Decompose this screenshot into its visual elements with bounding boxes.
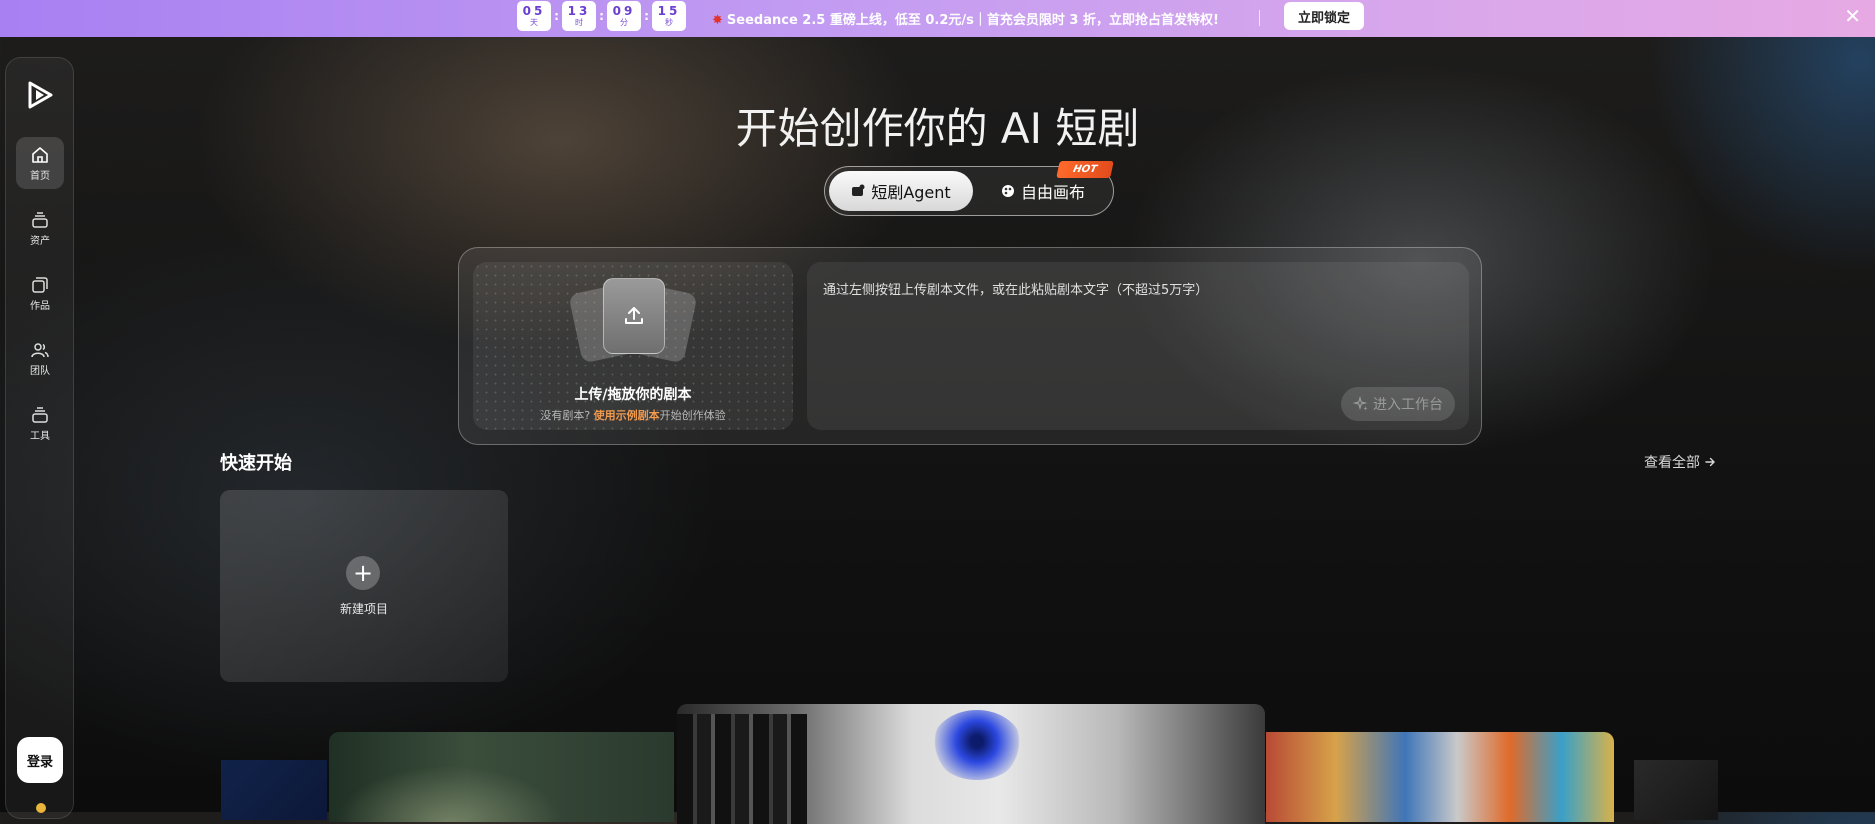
sidebar-item-label: 作品 — [30, 300, 50, 312]
promo-text: Seedance 2.5 重磅上线，低至 0.2元/s｜首充会员限时 3 折，立… — [726, 13, 1219, 28]
view-all-label: 查看全部 — [1644, 455, 1700, 471]
works-icon — [32, 276, 48, 293]
sidebar-item-label: 首页 — [30, 170, 50, 182]
quick-start-title: 快速开始 — [220, 453, 292, 474]
tab-label: 自由画布 — [1020, 183, 1085, 202]
countdown-hours-unit: 时 — [575, 17, 583, 27]
sidebar-item-label: 资产 — [30, 235, 50, 247]
enter-workspace-button[interactable]: 进入工作台 — [1341, 387, 1455, 421]
close-icon[interactable]: ✕ — [1844, 6, 1861, 26]
thumbnail-skyline — [677, 714, 807, 824]
team-icon — [31, 342, 49, 357]
gallery-thumbnail[interactable] — [1266, 732, 1614, 822]
countdown-timer: 05 天 : 13 时 : 09 分 : 15 秒 — [517, 1, 686, 31]
sidebar-item-team[interactable]: 团队 — [16, 332, 64, 384]
upload-dropzone[interactable]: 上传/拖放你的剧本 没有剧本? 使用示例剧本开始创作体验 — [473, 262, 793, 430]
new-project-card[interactable]: + 新建项目 — [220, 490, 508, 682]
sidebar-item-label: 工具 — [30, 430, 50, 442]
new-project-label: 新建项目 — [339, 602, 388, 616]
countdown-days-unit: 天 — [530, 17, 538, 27]
upload-sub-suffix: 开始创作体验 — [659, 409, 726, 422]
gallery-thumbnail[interactable] — [1634, 760, 1718, 820]
upload-sub-prefix: 没有剧本? — [540, 409, 591, 422]
countdown-days: 05 天 — [517, 1, 551, 31]
countdown-minutes-value: 09 — [612, 3, 636, 18]
canvas-icon — [1001, 185, 1014, 197]
upload-subtitle: 没有剧本? 使用示例剧本开始创作体验 — [473, 407, 793, 423]
explosion-icon: ✸ — [712, 13, 723, 28]
hot-badge: HOT — [1056, 161, 1114, 178]
enter-workspace-label: 进入工作台 — [1373, 397, 1443, 413]
plus-icon: + — [346, 556, 380, 590]
sidebar-item-tools[interactable]: 工具 — [16, 397, 64, 449]
sparkle-icon — [1353, 396, 1368, 411]
sidebar-item-label: 团队 — [30, 365, 50, 377]
upload-icon-card — [603, 278, 665, 354]
upload-icon — [625, 307, 643, 324]
agent-icon — [852, 184, 865, 196]
countdown-seconds-value: 15 — [657, 3, 681, 18]
sidebar-item-works[interactable]: 作品 — [16, 267, 64, 319]
countdown-separator: : — [554, 9, 559, 23]
gallery-thumbnail[interactable] — [677, 704, 1265, 824]
sidebar-item-assets[interactable]: 资产 — [16, 202, 64, 254]
assets-icon — [32, 211, 48, 228]
gallery-thumbnail[interactable] — [221, 760, 327, 820]
lock-offer-button[interactable]: 立即锁定 — [1284, 2, 1364, 30]
script-input-panel: 上传/拖放你的剧本 没有剧本? 使用示例剧本开始创作体验 进入工作台 — [458, 247, 1482, 445]
view-all-link[interactable]: 查看全部 — [1644, 452, 1716, 472]
tab-label: 短剧Agent — [871, 183, 951, 202]
gallery-thumbnail[interactable] — [329, 732, 674, 822]
promo-text-container: ✸ Seedance 2.5 重磅上线，低至 0.2元/s｜首充会员限时 3 折，… — [712, 9, 1219, 28]
countdown-hours: 13 时 — [562, 1, 596, 31]
countdown-minutes-unit: 分 — [620, 17, 628, 27]
upload-title: 上传/拖放你的剧本 — [574, 387, 692, 403]
use-sample-script-link[interactable]: 使用示例剧本 — [594, 409, 660, 422]
thumbnail-eye-art — [932, 710, 1022, 780]
banner-divider — [1259, 10, 1260, 26]
countdown-seconds: 15 秒 — [652, 1, 686, 31]
sidebar: 首页 资产 作品 团队 工具 登录 — [5, 57, 74, 819]
script-text-area: 进入工作台 — [807, 262, 1469, 430]
tools-icon — [32, 406, 48, 423]
arrow-right-icon — [1705, 457, 1715, 467]
countdown-seconds-unit: 秒 — [665, 17, 673, 27]
page-title: 开始创作你的 AI 短剧 — [735, 104, 1140, 153]
promo-banner: 05 天 : 13 时 : 09 分 : 15 秒 ✸ Seedance 2.5 … — [0, 0, 1875, 37]
countdown-minutes: 09 分 — [607, 1, 641, 31]
login-button[interactable]: 登录 — [17, 737, 63, 783]
countdown-days-value: 05 — [522, 3, 546, 18]
countdown-separator: : — [599, 9, 604, 23]
tab-drama-agent[interactable]: 短剧Agent — [829, 171, 973, 211]
countdown-separator: : — [644, 9, 649, 23]
countdown-hours-value: 13 — [567, 3, 591, 18]
